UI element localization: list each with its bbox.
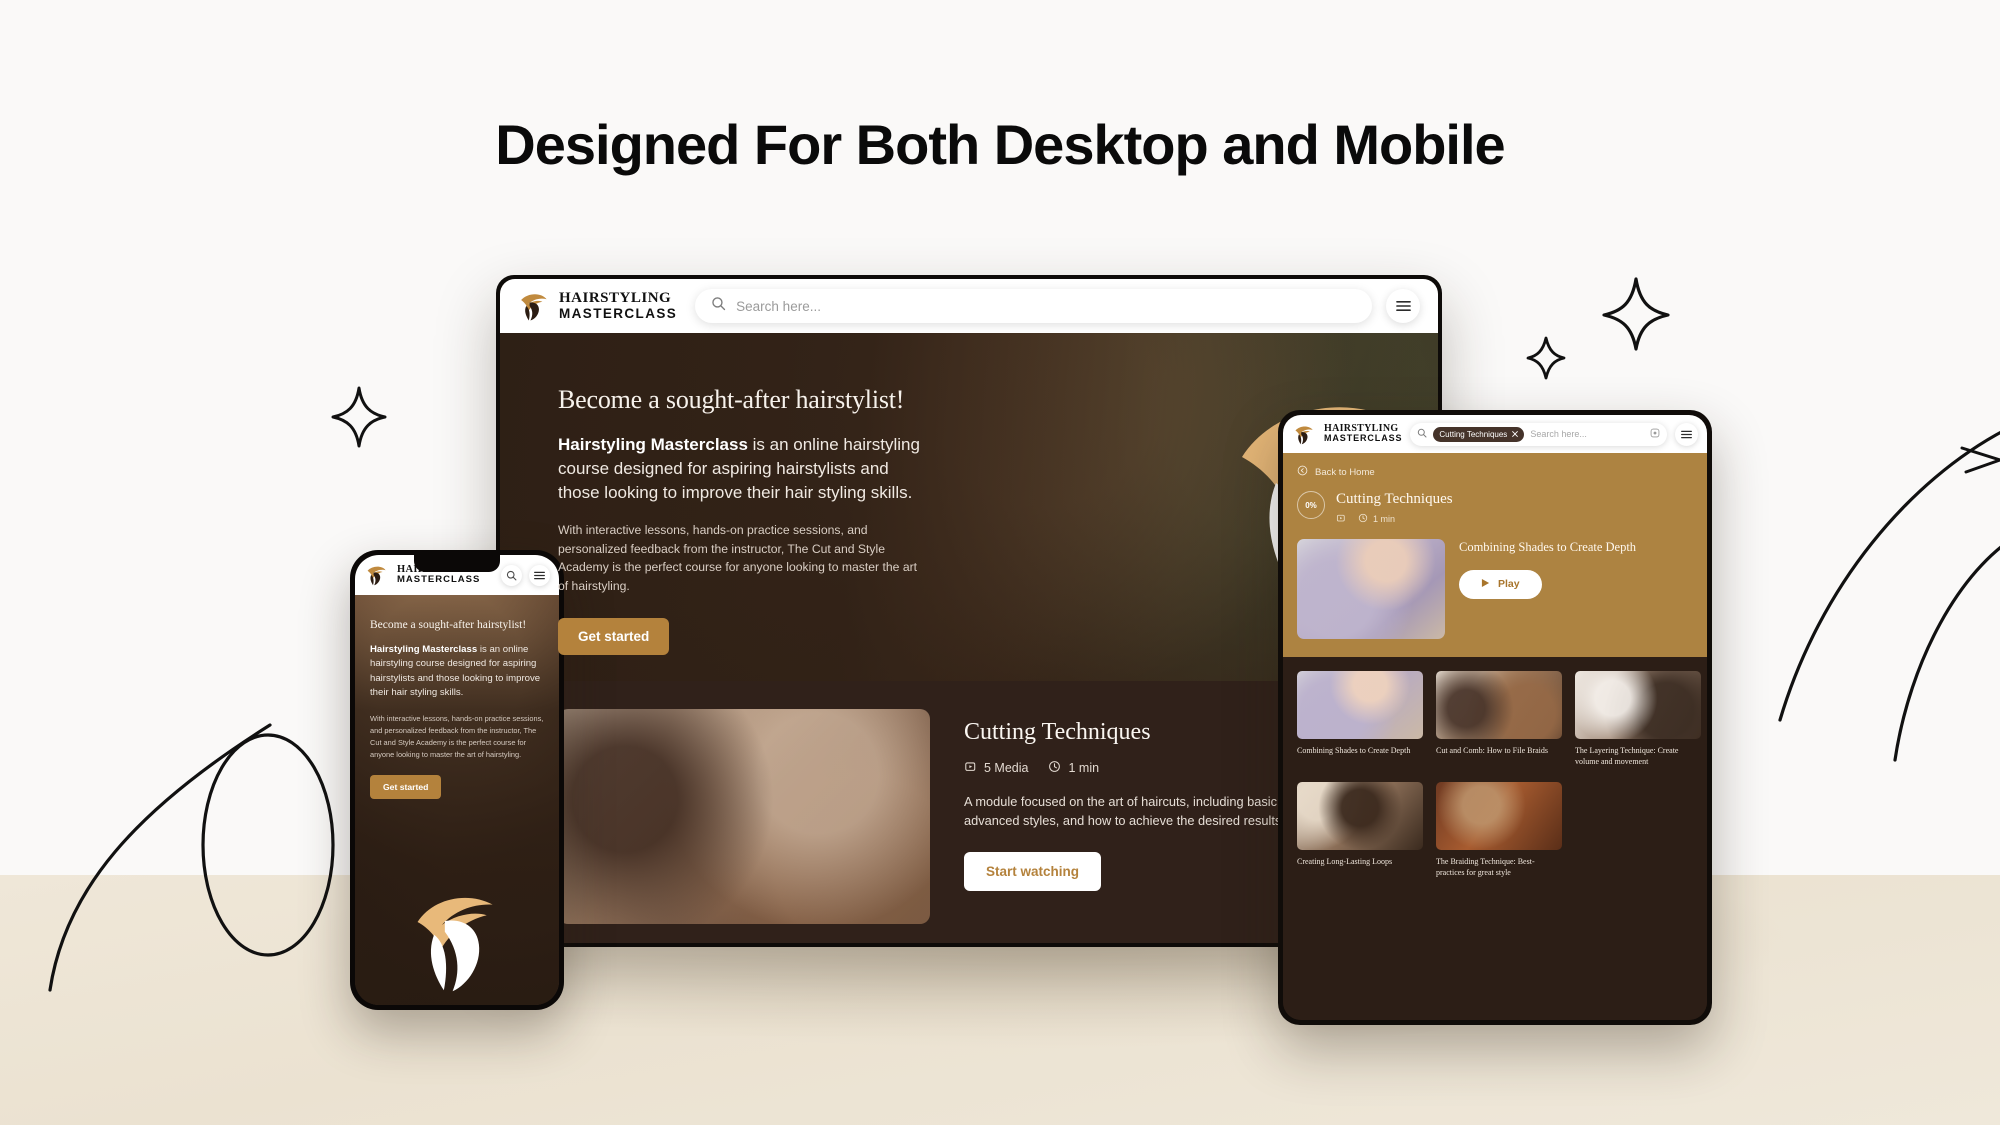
lesson-grid-row: Creating Long-Lasting Loops The Braiding… [1297, 781, 1693, 879]
media-count-label: 5 Media [984, 761, 1029, 775]
page-title: Designed For Both Desktop and Mobile [495, 113, 1505, 176]
search-placeholder: Search here... [736, 298, 821, 314]
featured-lesson-card[interactable]: Combining Shades to Create Depth Play [1297, 539, 1693, 639]
lesson-thumbnail [1436, 781, 1562, 850]
play-button[interactable]: Play [1459, 569, 1542, 599]
search-input[interactable]: Search here... [695, 289, 1372, 323]
tablet-duration-label: 1 min [1373, 514, 1396, 524]
tablet-screen: HAIRSTYLING MASTERCLASS Cutting Techniqu… [1283, 415, 1707, 1020]
lesson-card[interactable]: The Braiding Technique: Best-practices f… [1436, 781, 1562, 879]
search-icon [711, 296, 726, 316]
phone-notch [414, 555, 500, 572]
play-icon [1481, 578, 1490, 591]
lesson-grid: Combining Shades to Create Depth Cut and… [1283, 657, 1707, 1020]
phone-screen: HAIRSTYLING MASTERCLASS Become a sought-… [355, 555, 559, 1005]
featured-lesson-image [1297, 539, 1445, 639]
hair-swirl-logo-icon [516, 289, 550, 323]
hero-heading: Become a sought-after hairstylist! [558, 385, 905, 414]
media-icon [1336, 513, 1346, 525]
featured-lesson-title: Combining Shades to Create Depth [1459, 540, 1637, 554]
tablet-module-title: Cutting Techniques [1336, 491, 1453, 507]
lesson-caption: Combining Shades to Create Depth [1297, 746, 1411, 755]
lesson-thumbnail [1436, 671, 1562, 739]
tablet-search-input[interactable]: Cutting Techniques Search here... [1410, 422, 1667, 446]
tablet-hamburger-menu-button[interactable] [1675, 422, 1698, 446]
back-to-home-label: Back to Home [1315, 466, 1375, 478]
lesson-card[interactable]: Cut and Comb: How to File Braids [1436, 671, 1562, 768]
clear-search-icon[interactable] [1650, 425, 1660, 443]
search-filter-chip[interactable]: Cutting Techniques [1433, 426, 1525, 442]
lesson-caption: The Braiding Technique: Best-practices f… [1436, 856, 1535, 878]
search-icon [1417, 425, 1427, 443]
clock-icon [1358, 513, 1368, 525]
lesson-caption: Creating Long-Lasting Loops [1297, 856, 1393, 866]
module-thumbnail-image[interactable] [558, 709, 930, 924]
hair-swirl-logo-icon [1292, 423, 1315, 446]
lesson-thumbnail [1297, 671, 1423, 739]
start-watching-button[interactable]: Start watching [964, 852, 1102, 892]
hair-swirl-ornament-icon [391, 887, 523, 999]
mobile-get-started-button[interactable]: Get started [370, 774, 442, 799]
mobile-hero-content: Become a sought-after hairstylist! Hairs… [355, 595, 559, 799]
mobile-hero-heading: Become a sought-after hairstylist! [370, 619, 527, 631]
hero-lead-strong: Hairstyling Masterclass [558, 435, 748, 454]
lesson-card[interactable]: Combining Shades to Create Depth [1297, 671, 1423, 768]
lesson-caption: Cut and Comb: How to File Braids [1436, 746, 1548, 755]
brand-line-2: MASTERCLASS [1324, 433, 1403, 444]
brand-logo[interactable]: HAIRSTYLING MASTERCLASS [516, 289, 677, 323]
lesson-grid-row: Combining Shades to Create Depth Cut and… [1297, 671, 1701, 768]
mobile-hero-subtext: With interactive lessons, hands-on pract… [370, 713, 544, 759]
desktop-top-bar: HAIRSTYLING MASTERCLASS Search here... [500, 279, 1438, 333]
close-icon[interactable] [1512, 430, 1519, 439]
tablet-meta-row: 1 min [1336, 513, 1453, 525]
progress-ring: 0% [1297, 491, 1325, 519]
lesson-caption: The Layering Technique: Create volume an… [1575, 746, 1679, 767]
mobile-hero-section: Become a sought-after hairstylist! Hairs… [355, 595, 559, 1005]
search-chip-label: Cutting Techniques [1439, 429, 1508, 439]
duration-meta: 1 min [1048, 760, 1099, 776]
brand-line-1: HAIRSTYLING [559, 290, 672, 307]
tablet-device-mockup: HAIRSTYLING MASTERCLASS Cutting Techniqu… [1278, 410, 1712, 1025]
back-to-home-link[interactable]: Back to Home [1297, 465, 1693, 479]
tablet-module-titleblock: Cutting Techniques 1 min [1336, 491, 1453, 525]
tablet-search-placeholder: Search here... [1530, 429, 1587, 439]
tablet-media-meta [1336, 513, 1346, 525]
brand-logo-text: HAIRSTYLING MASTERCLASS [559, 291, 677, 320]
tablet-duration-meta: 1 min [1358, 513, 1395, 525]
hamburger-menu-button[interactable] [1386, 289, 1420, 323]
tablet-brand-logo[interactable]: HAIRSTYLING MASTERCLASS [1292, 423, 1402, 446]
tablet-top-bar: HAIRSTYLING MASTERCLASS Cutting Techniqu… [1283, 415, 1707, 453]
lesson-card[interactable]: The Layering Technique: Create volume an… [1575, 671, 1701, 768]
get-started-button[interactable]: Get started [558, 617, 670, 655]
featured-lesson-body: Combining Shades to Create Depth Play [1459, 539, 1636, 599]
tablet-hero-section: Back to Home 0% Cutting Techniques 1 min… [1283, 453, 1707, 657]
lesson-thumbnail [1575, 671, 1701, 739]
play-button-label: Play [1498, 578, 1520, 590]
brand-line-2: MASTERCLASS [559, 305, 678, 321]
tablet-brand-text: HAIRSTYLING MASTERCLASS [1324, 423, 1403, 444]
back-arrow-icon [1297, 465, 1308, 479]
phone-frame: HAIRSTYLING MASTERCLASS Become a sought-… [350, 550, 564, 1010]
hero-subtext: With interactive lessons, hands-on pract… [558, 523, 918, 594]
lesson-thumbnail [1297, 781, 1423, 850]
duration-label: 1 min [1068, 761, 1100, 775]
media-count-meta: 5 Media [964, 760, 1028, 776]
brand-line-2: MASTERCLASS [397, 574, 481, 586]
mobile-hero-lead: Hairstyling Masterclass is an online hai… [370, 643, 544, 701]
hair-swirl-logo-icon [364, 563, 388, 587]
lesson-card[interactable]: Creating Long-Lasting Loops [1297, 781, 1423, 879]
media-icon [964, 760, 977, 776]
mobile-hero-lead-strong: Hairstyling Masterclass [370, 644, 478, 655]
tablet-module-header: 0% Cutting Techniques 1 min [1297, 491, 1693, 525]
hero-lead: Hairstyling Masterclass is an online hai… [558, 433, 930, 505]
mobile-device-mockup: HAIRSTYLING MASTERCLASS Become a sought-… [350, 550, 564, 1010]
tablet-frame: HAIRSTYLING MASTERCLASS Cutting Techniqu… [1278, 410, 1712, 1025]
hero-content: Become a sought-after hairstylist! Hairs… [500, 333, 930, 655]
clock-icon [1048, 760, 1061, 776]
